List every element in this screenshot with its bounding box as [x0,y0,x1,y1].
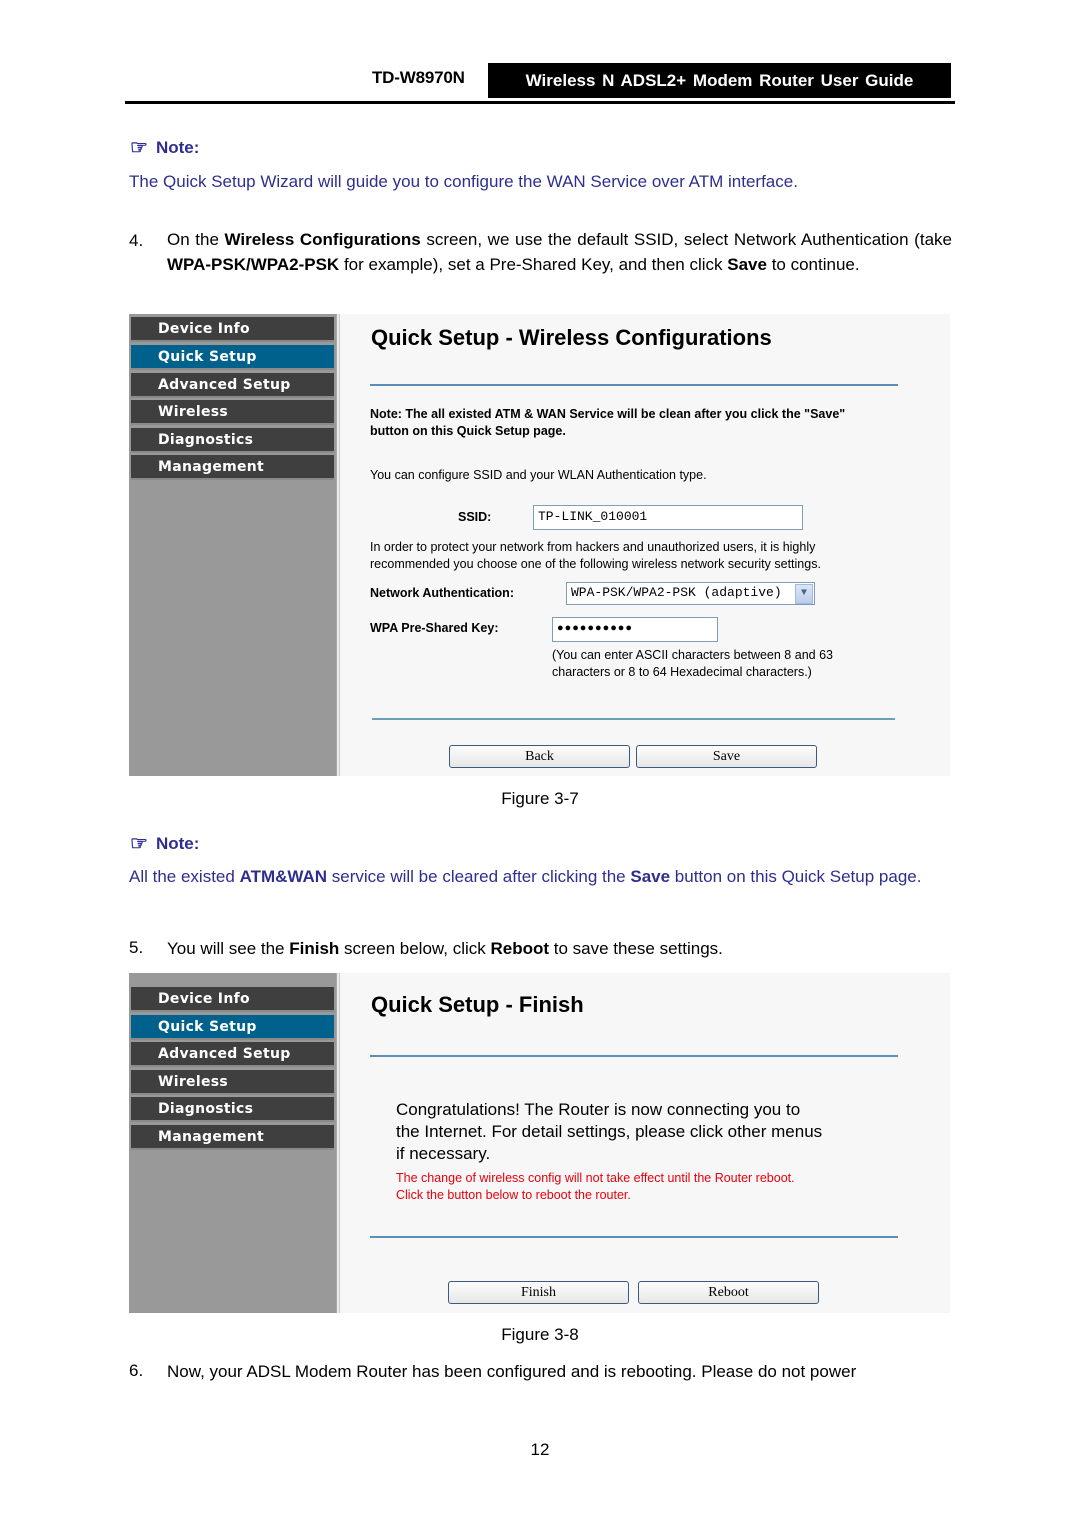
nav-item-diagnostics[interactable]: Diagnostics [131,1097,334,1122]
warning-line: The change of wireless config will not t… [396,1171,795,1185]
nav-item-device-info[interactable]: Device Info [131,317,334,342]
sidebar: Device Info Quick Setup Advanced Setup W… [129,314,336,776]
psk-hint-line: characters or 8 to 64 Hexadecimal charac… [552,665,812,679]
text-run: button on this Quick Setup page. [670,867,922,886]
bottom-rule [372,718,895,720]
page-title: Quick Setup - Wireless Configurations [371,325,772,350]
psk-input[interactable]: ●●●●●●●●●● [552,617,718,642]
text-run: for example), set a Pre-Shared Key, and … [339,255,728,274]
recommendation-line: In order to protect your network from ha… [370,540,816,554]
text-run: to continue. [766,255,860,274]
step-4-text: On the Wireless Configurations screen, w… [167,227,952,277]
intro-text: You can configure SSID and your WLAN Aut… [370,468,707,482]
note-text: All the existed ATM&WAN service will be … [129,864,952,889]
chevron-down-icon[interactable]: ▼ [795,584,813,604]
nav-item-quick-setup[interactable]: Quick Setup [131,1015,334,1040]
network-authentication-select[interactable]: WPA-PSK/WPA2-PSK (adaptive) ▼ [566,582,815,605]
text-run: All the existed [129,867,240,886]
congratulations-message: Congratulations! The Router is now conne… [396,1099,822,1165]
header-model: TD-W8970N [372,68,465,87]
save-note-line: Note: The all existed ATM & WAN Service … [370,407,846,421]
nav-item-management[interactable]: Management [131,1125,334,1150]
page-title: Quick Setup - Finish [371,992,584,1017]
auth-label: Network Authentication: [370,586,514,600]
note-label: Note: [155,138,200,157]
figure-caption: Figure 3-8 [501,1325,579,1344]
bold-run: Save [630,867,671,886]
security-recommendation: In order to protect your network from ha… [370,539,821,573]
bold-run: Finish [289,939,340,958]
psk-label: WPA Pre-Shared Key: [370,621,499,635]
step-5-text: You will see the Finish screen below, cl… [167,936,952,961]
selected-auth-value: WPA-PSK/WPA2-PSK (adaptive) [571,585,782,600]
bold-run: Reboot [490,939,550,958]
step-6-text: Now, your ADSL Modem Router has been con… [167,1362,857,1381]
save-note-line: button on this Quick Setup page. [370,424,566,438]
sidebar-divider [336,314,340,776]
bold-run: ATM&WAN [239,867,328,886]
nav-item-device-info[interactable]: Device Info [131,987,334,1012]
note-heading: ☞ Note: [130,135,199,160]
save-button[interactable]: Save [636,745,817,768]
warning-line: Click the button below to reboot the rou… [396,1188,631,1202]
nav-item-wireless[interactable]: Wireless [131,400,334,425]
reboot-warning: The change of wireless config will not t… [396,1170,795,1204]
nav-item-quick-setup[interactable]: Quick Setup [131,345,334,370]
congrats-line: Congratulations! The Router is now conne… [396,1100,801,1119]
nav-item-wireless[interactable]: Wireless [131,1070,334,1095]
reboot-button[interactable]: Reboot [638,1281,819,1304]
text-run: to save these settings. [549,939,723,958]
nav-item-advanced-setup[interactable]: Advanced Setup [131,373,334,398]
note-label: Note: [155,834,200,853]
header-title: Wireless N ADSL2+ Modem Router User Guid… [488,63,951,98]
figure-3-7-screenshot: Device Info Quick Setup Advanced Setup W… [129,314,950,776]
text-run: You will see the [167,939,290,958]
title-rule [370,1055,898,1057]
nav-item-management[interactable]: Management [131,455,334,480]
sidebar-divider [336,973,340,1313]
step-number: 4. [129,231,144,250]
psk-hint: (You can enter ASCII characters between … [552,647,833,681]
bottom-rule [370,1236,898,1238]
bold-run: Wireless Configurations [224,230,421,249]
save-note: Note: The all existed ATM & WAN Service … [370,406,845,440]
back-button[interactable]: Back [449,745,630,768]
page-number: 12 [530,1440,550,1459]
bold-run: WPA-PSK/WPA2-PSK [167,255,340,274]
step-number: 6. [129,1361,144,1380]
note-heading: ☞ Note: [130,831,199,856]
text-run: On the [167,230,225,249]
psk-hint-line: (You can enter ASCII characters between … [552,648,833,662]
figure-caption: Figure 3-7 [501,789,579,808]
header-rule [125,101,955,104]
note-text: The Quick Setup Wizard will guide you to… [129,172,798,191]
nav-item-diagnostics[interactable]: Diagnostics [131,428,334,453]
recommendation-line: recommended you choose one of the follow… [370,557,821,571]
ssid-input[interactable]: TP-LINK_010001 [533,505,803,530]
pointing-hand-icon: ☞ [130,137,148,159]
congrats-line: the Internet. For detail settings, pleas… [396,1122,823,1141]
sidebar: Device Info Quick Setup Advanced Setup W… [129,973,336,1313]
finish-button[interactable]: Finish [448,1281,629,1304]
nav-item-advanced-setup[interactable]: Advanced Setup [131,1042,334,1067]
bold-run: Save [727,255,767,274]
figure-3-8-screenshot: Device Info Quick Setup Advanced Setup W… [129,973,950,1313]
title-rule [370,384,898,386]
text-run: screen below, click [339,939,491,958]
ssid-label: SSID: [458,510,492,524]
text-run: screen, we use the default SSID, select … [420,230,952,249]
congrats-line: if necessary. [396,1144,491,1163]
text-run: service will be cleared after clicking t… [327,867,631,886]
pointing-hand-icon: ☞ [130,833,148,855]
step-number: 5. [129,938,144,957]
